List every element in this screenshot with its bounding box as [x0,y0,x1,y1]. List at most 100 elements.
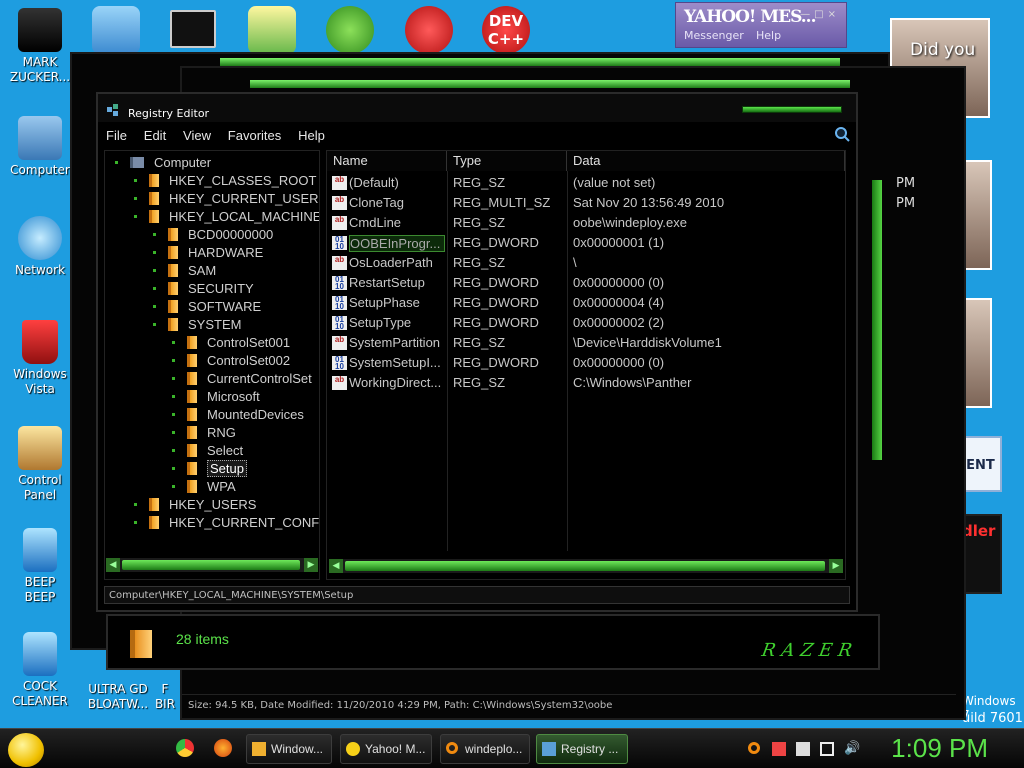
value-row[interactable]: 01 10 SystemSetupI... REG_DWORD 0x00000000 … [327,353,845,373]
tree-expander-icon[interactable] [134,520,137,524]
command-prompt-icon[interactable] [170,10,216,48]
tree-expander-icon[interactable] [153,286,156,290]
tree-item[interactable]: Computer [115,153,211,171]
tree-expander-icon[interactable] [153,268,156,272]
tree-expander-icon[interactable] [172,430,175,434]
tree-item[interactable]: HKEY_CURRENT_USER [134,189,319,207]
tree-expander-icon[interactable] [172,340,175,344]
pinball-app-icon[interactable] [405,6,453,54]
menu-help[interactable]: Help [298,128,325,143]
scroll-thumb[interactable] [345,561,825,571]
tree-item[interactable]: HKEY_USERS [134,495,256,513]
value-row[interactable]: ab SystemPartition REG_SZ \Device\HarddiskV… [327,333,845,353]
volume-icon[interactable]: 🔊 [844,742,860,756]
tree-expander-icon[interactable] [134,178,137,182]
values-horizontal-scrollbar[interactable]: ◀ ▶ [329,559,843,573]
values-list[interactable]: Name Type Data ab (Default) REG_SZ (value n… [326,150,846,580]
tree-expander-icon[interactable] [172,394,175,398]
column-header-name[interactable]: Name [327,151,447,171]
scroll-thumb[interactable] [122,560,300,570]
tree-item[interactable]: HKEY_LOCAL_MACHINE [134,207,319,225]
column-header-data[interactable]: Data [567,151,845,171]
tree-item[interactable]: MountedDevices [172,405,304,423]
tree-item[interactable]: CurrentControlSet [172,369,312,387]
scroll-left-icon[interactable]: ◀ [106,558,120,572]
tree-item[interactable]: HKEY_CURRENT_CONFI [134,513,319,531]
tree-expander-icon[interactable] [153,232,156,236]
desktop-icon-ultra-gd[interactable]: ULTRA GD BLOATW... [80,682,156,712]
network-tray-icon[interactable] [820,742,834,756]
registry-tree[interactable]: Computer HKEY_CLASSES_ROOT HKEY_CURRENT_US… [104,150,320,580]
tree-horizontal-scrollbar[interactable]: ◀ ▶ [106,558,318,572]
tree-item[interactable]: SECURITY [153,279,254,297]
tree-item[interactable]: SAM [153,261,216,279]
desktop-icon-control-panel[interactable]: Control Panel [2,426,78,503]
scroll-left-icon[interactable]: ◀ [329,559,343,573]
start-button[interactable] [8,733,44,767]
menu-edit[interactable]: Edit [144,128,166,143]
angry-birds-icon[interactable] [326,6,374,54]
taskbar-button-explorer[interactable]: Window... [246,734,332,764]
tree-item[interactable]: HKEY_CLASSES_ROOT [134,171,316,189]
search-icon[interactable] [834,126,850,142]
tree-item[interactable]: ControlSet002 [172,351,290,369]
tree-expander-icon[interactable] [153,304,156,308]
yahoo-messenger-menu[interactable]: Messenger [684,29,744,42]
tools-app-icon[interactable] [248,6,296,54]
tree-item[interactable]: RNG [172,423,236,441]
search-tray-icon[interactable] [748,742,760,754]
menu-favorites[interactable]: Favorites [228,128,281,143]
tree-item[interactable]: Select [172,441,243,459]
value-row[interactable]: ab OsLoaderPath REG_SZ \ [327,253,845,273]
desktop-icon-cock-cleaner[interactable]: COCK CLEANER [2,632,78,709]
flag-icon[interactable] [772,742,786,756]
tree-item[interactable]: Setup [172,459,247,477]
tree-expander-icon[interactable] [153,322,156,326]
tree-expander-icon[interactable] [172,448,175,452]
menu-view[interactable]: View [183,128,211,143]
window-controls-icon[interactable]: —□× [800,9,840,20]
tree-expander-icon[interactable] [172,466,175,470]
tree-expander-icon[interactable] [115,160,118,164]
taskbar-button-registry[interactable]: Registry ... [536,734,628,764]
yahoo-messenger-window[interactable]: YAHOO! MES... Messenger Help —□× [675,2,847,48]
value-row[interactable]: ab CloneTag REG_MULTI_SZ Sat Nov 20 13:56:4… [327,193,845,213]
tree-item[interactable]: Microsoft [172,387,260,405]
tree-expander-icon[interactable] [172,412,175,416]
tree-item[interactable]: SYSTEM [153,315,241,333]
window-controls[interactable] [742,106,842,113]
devcpp-icon[interactable]: DEV C++ [482,6,530,54]
desktop-icon-computer[interactable]: Computer [2,116,78,178]
tree-expander-icon[interactable] [172,484,175,488]
taskbar-clock[interactable]: 1:09 PM [891,733,988,764]
tree-item[interactable]: BCD00000000 [153,225,273,243]
desktop-icon-network[interactable]: Network [2,216,78,278]
menu-file[interactable]: File [106,128,127,143]
tree-expander-icon[interactable] [134,502,137,506]
desktop-icon-beep-beep[interactable]: BEEP BEEP [2,528,78,605]
value-row[interactable]: ab WorkingDirect... REG_SZ C:\Windows\Panth… [327,373,845,393]
tree-item[interactable]: SOFTWARE [153,297,261,315]
desktop-icon-mark-zucker[interactable]: MARK ZUCKER... [2,8,78,85]
value-row[interactable]: 01 10 SetupPhase REG_DWORD 0x00000004 (4) [327,293,845,313]
taskbar-button-search[interactable]: windeplo... [440,734,530,764]
value-row[interactable]: 01 10 SetupType REG_DWORD 0x00000002 (2) [327,313,845,333]
tree-expander-icon[interactable] [134,196,137,200]
contacts-app-icon[interactable] [92,6,140,54]
firefox-icon[interactable] [214,739,232,757]
tree-expander-icon[interactable] [172,358,175,362]
desktop-icon-partial[interactable]: F BIR [150,682,180,712]
tree-item[interactable]: ControlSet001 [172,333,290,351]
taskbar-button-yahoo[interactable]: Yahoo! M... [340,734,432,764]
chrome-icon[interactable] [176,739,194,757]
column-header-type[interactable]: Type [447,151,567,171]
action-center-icon[interactable] [796,742,810,756]
tree-item[interactable]: WPA [172,477,236,495]
value-row[interactable]: ab (Default) REG_SZ (value not set) [327,173,845,193]
value-row[interactable]: ab CmdLine REG_SZ oobe\windeploy.exe [327,213,845,233]
yahoo-help-menu[interactable]: Help [756,29,781,42]
scroll-right-icon[interactable]: ▶ [829,559,843,573]
scroll-right-icon[interactable]: ▶ [304,558,318,572]
tree-expander-icon[interactable] [153,250,156,254]
registry-editor-window[interactable]: Registry Editor File Edit View Favorites… [96,92,858,612]
